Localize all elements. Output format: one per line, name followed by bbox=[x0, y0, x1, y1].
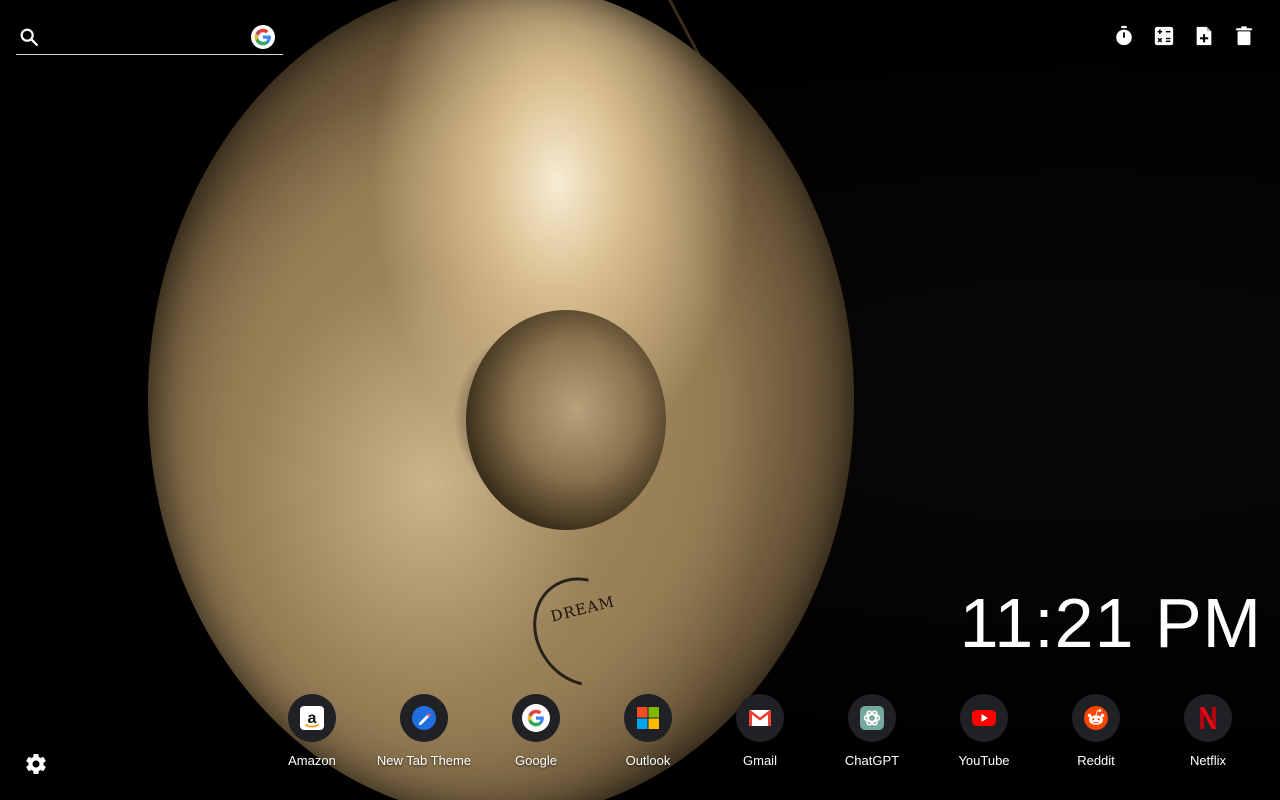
clock: 11:21 PM bbox=[959, 584, 1262, 662]
shortcut-label: Reddit bbox=[1077, 753, 1115, 768]
shortcut-youtube[interactable]: YouTube bbox=[928, 694, 1040, 768]
new-tab-theme-icon bbox=[400, 694, 448, 742]
chatgpt-icon bbox=[848, 694, 896, 742]
shortcut-reddit[interactable]: Reddit bbox=[1040, 694, 1152, 768]
toolbar bbox=[1112, 24, 1256, 48]
shortcut-chatgpt[interactable]: ChatGPT bbox=[816, 694, 928, 768]
shortcut-netflix[interactable]: Netflix bbox=[1152, 694, 1264, 768]
google-icon bbox=[512, 694, 560, 742]
shortcut-new-tab-theme[interactable]: New Tab Theme bbox=[368, 694, 480, 768]
google-icon[interactable] bbox=[251, 25, 275, 49]
shortcut-google[interactable]: Google bbox=[480, 694, 592, 768]
calculator-icon[interactable] bbox=[1152, 24, 1176, 48]
youtube-icon bbox=[960, 694, 1008, 742]
shortcut-label: ChatGPT bbox=[844, 753, 900, 768]
search-icon[interactable] bbox=[18, 26, 40, 48]
search-input[interactable] bbox=[50, 24, 254, 52]
new-tab-page: DREAM 11:21 PM a Amazon New Tab Theme Go… bbox=[0, 0, 1280, 800]
add-note-icon[interactable] bbox=[1192, 24, 1216, 48]
netflix-icon bbox=[1184, 694, 1232, 742]
shortcut-amazon[interactable]: a Amazon bbox=[256, 694, 368, 768]
shortcut-bar: a Amazon New Tab Theme Google Outlook Gm… bbox=[256, 694, 1264, 768]
shortcut-label: Google bbox=[515, 753, 557, 768]
shortcut-label: Amazon bbox=[288, 753, 336, 768]
shortcut-label: Outlook bbox=[625, 753, 671, 768]
search-bar bbox=[16, 20, 283, 55]
shortcut-outlook[interactable]: Outlook bbox=[592, 694, 704, 768]
shortcut-label: Gmail bbox=[743, 753, 777, 768]
amazon-icon: a bbox=[288, 694, 336, 742]
shortcut-label: Netflix bbox=[1189, 753, 1227, 768]
shortcut-label: New Tab Theme bbox=[376, 753, 472, 768]
timer-icon[interactable] bbox=[1112, 24, 1136, 48]
trash-icon[interactable] bbox=[1232, 24, 1256, 48]
gmail-icon bbox=[736, 694, 784, 742]
gong-center-boss bbox=[466, 310, 666, 530]
svg-text:a: a bbox=[308, 710, 317, 727]
reddit-icon bbox=[1072, 694, 1120, 742]
gear-icon[interactable] bbox=[24, 752, 48, 776]
shortcut-gmail[interactable]: Gmail bbox=[704, 694, 816, 768]
shortcut-label: YouTube bbox=[958, 753, 1010, 768]
microsoft-icon bbox=[624, 694, 672, 742]
